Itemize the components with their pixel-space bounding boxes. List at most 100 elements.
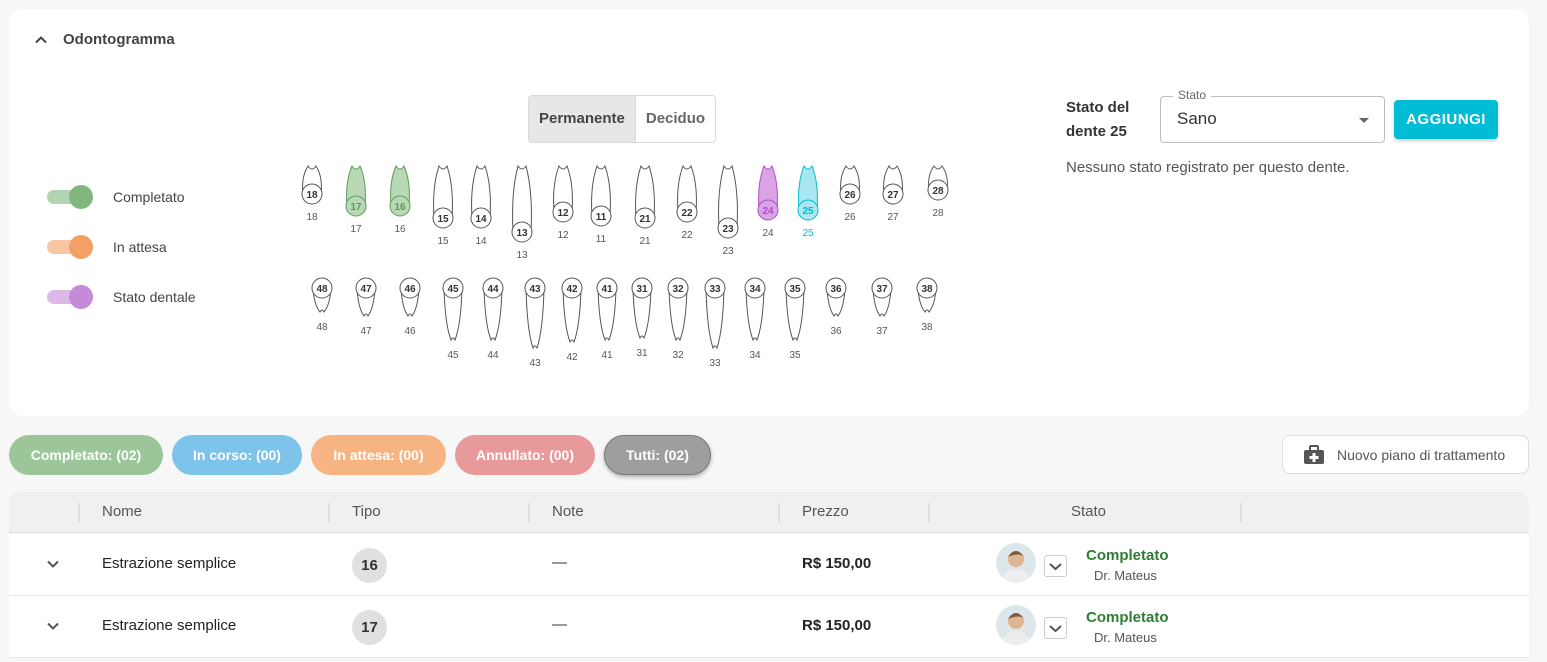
- tooth-18[interactable]: 1818: [301, 165, 323, 223]
- tooth-number-label: 46: [404, 326, 416, 337]
- select-value: Sano: [1177, 109, 1217, 128]
- tooth-number-label: 43: [529, 358, 541, 369]
- status-dropdown-button[interactable]: [1044, 617, 1067, 639]
- tooth-crown-label: 26: [844, 190, 856, 201]
- tooth-crown-label: 48: [316, 284, 328, 295]
- tooth-number-label: 34: [749, 350, 761, 361]
- legend-toggle-tooth-state[interactable]: [45, 285, 93, 309]
- column-header-status[interactable]: Stato: [1071, 503, 1106, 520]
- treatment-note: —: [552, 616, 567, 633]
- tooth-number-label: 47: [360, 326, 372, 337]
- column-header-name[interactable]: Nome: [102, 503, 142, 520]
- chevron-down-icon[interactable]: [45, 618, 61, 634]
- tooth-number-label: 24: [762, 228, 774, 239]
- tooth-16[interactable]: 1616: [389, 164, 411, 235]
- tooth-13[interactable]: 13 13: [511, 164, 533, 261]
- tooth-number-label: 26: [844, 212, 856, 223]
- medical-kit-icon: [1304, 444, 1324, 464]
- tooth-crown-label: 32: [672, 284, 684, 295]
- tooth-21[interactable]: 21 21: [634, 164, 656, 247]
- tooth-27[interactable]: 27 27: [882, 165, 904, 223]
- doctor-name: Dr. Mateus: [1094, 568, 1157, 583]
- tooth-35[interactable]: 35 35: [784, 277, 806, 361]
- tooth-31[interactable]: 31 31: [631, 277, 653, 359]
- legend-label: Completato: [113, 189, 185, 205]
- column-header-type[interactable]: Tipo: [352, 503, 381, 520]
- legend-toggle-pending[interactable]: [45, 235, 93, 259]
- tooth-45[interactable]: 45 45: [442, 277, 464, 361]
- tooth-crown-label: 13: [516, 228, 528, 239]
- tooth-38[interactable]: 38 38: [916, 277, 938, 333]
- chevron-down-icon[interactable]: [45, 556, 61, 572]
- tooth-crown-label: 41: [601, 284, 613, 295]
- legend-label: Stato dentale: [113, 289, 196, 305]
- tooth-state-select[interactable]: Stato Sano: [1160, 88, 1385, 143]
- column-header-note[interactable]: Note: [552, 503, 584, 520]
- tooth-crown-label: 36: [830, 284, 842, 295]
- filter-cancelled[interactable]: Annullato: (00): [455, 435, 595, 475]
- tooth-24[interactable]: 24 24: [757, 164, 779, 239]
- tooth-32[interactable]: 32 32: [667, 277, 689, 361]
- tooth-17[interactable]: 1717: [345, 164, 367, 235]
- odontogram-header[interactable]: Odontogramma: [33, 31, 175, 48]
- legend-toggle-completed[interactable]: [45, 185, 93, 209]
- tooth-36[interactable]: 36 36: [825, 277, 847, 337]
- tooth-number-label: 16: [394, 224, 406, 235]
- table-header: Nome Tipo Note Prezzo Stato: [9, 492, 1529, 533]
- filter-in-progress[interactable]: In corso: (00): [172, 435, 302, 475]
- tooth-43[interactable]: 43 43: [524, 277, 546, 369]
- tooth-crown-label: 16: [394, 202, 406, 213]
- filter-all[interactable]: Tutti: (02): [604, 435, 711, 475]
- odontogram-chart: 1818171716161515141413131212111121212222…: [301, 164, 949, 369]
- tooth-number-label: 15: [437, 236, 449, 247]
- tooth-22[interactable]: 22 22: [676, 164, 698, 241]
- tooth-number-label: 37: [876, 326, 888, 337]
- tooth-37[interactable]: 37 37: [871, 277, 893, 337]
- tooth-state-label: Stato del dente 25: [1066, 99, 1130, 140]
- tooth-46[interactable]: 46 46: [399, 277, 421, 337]
- tooth-crown-label: 28: [932, 186, 944, 197]
- status-dropdown-button[interactable]: [1044, 555, 1067, 577]
- legend: Completato In attesa Stato dentale: [45, 172, 196, 322]
- tooth-crown-label: 24: [762, 206, 774, 217]
- dentition-toggle: Permanente Deciduo: [528, 95, 717, 143]
- tooth-11[interactable]: 11 11: [590, 164, 612, 245]
- tooth-14[interactable]: 14 14: [470, 164, 492, 247]
- tooth-crown-label: 45: [447, 284, 459, 295]
- tooth-26[interactable]: 26 26: [839, 165, 861, 223]
- tooth-15[interactable]: 1515: [432, 164, 454, 247]
- tooth-33[interactable]: 33 33: [704, 277, 726, 369]
- tooth-number-label: 38: [921, 322, 933, 333]
- table-row[interactable]: Estrazione semplice 16 — R$ 150,00 Compl…: [9, 534, 1529, 596]
- treatment-note: —: [552, 554, 567, 571]
- chevron-up-icon[interactable]: [33, 32, 49, 48]
- filter-completed[interactable]: Completato: (02): [9, 435, 163, 475]
- dentition-permanent-button[interactable]: Permanente: [529, 96, 636, 142]
- tooth-34[interactable]: 34 34: [744, 277, 766, 361]
- column-header-price[interactable]: Prezzo: [802, 503, 849, 520]
- filter-pending[interactable]: In attesa: (00): [311, 435, 446, 475]
- tooth-42[interactable]: 42 42: [561, 277, 583, 363]
- tooth-28[interactable]: 28 28: [927, 165, 949, 219]
- tooth-23[interactable]: 23 23: [717, 164, 739, 257]
- tooth-25[interactable]: 25 25: [797, 164, 819, 239]
- doctor-avatar: [996, 543, 1036, 583]
- tooth-12[interactable]: 12 12: [552, 164, 574, 241]
- table-row[interactable]: Estrazione semplice 17 — R$ 150,00 Compl…: [9, 596, 1529, 658]
- tooth-44[interactable]: 44 44: [482, 277, 504, 361]
- tooth-47[interactable]: 47 47: [355, 277, 377, 337]
- tooth-crown-label: 17: [350, 202, 362, 213]
- tooth-number-label: 48: [316, 322, 328, 333]
- tooth-crown-label: 43: [529, 284, 541, 295]
- tooth-41[interactable]: 41 41: [596, 277, 618, 361]
- add-state-button[interactable]: AGGIUNGI: [1394, 100, 1498, 139]
- tooth-48[interactable]: 48 48: [311, 277, 333, 333]
- tooth-crown-label: 38: [921, 284, 933, 295]
- tooth-number-label: 44: [487, 350, 499, 361]
- dentition-deciduous-button[interactable]: Deciduo: [636, 96, 715, 142]
- tooth-badge: 17: [352, 610, 387, 645]
- new-treatment-plan-button[interactable]: Nuovo piano di trattamento: [1282, 435, 1529, 474]
- tooth-number-label: 33: [709, 358, 721, 369]
- section-title: Odontogramma: [63, 31, 175, 48]
- caret-down-icon: [1359, 118, 1369, 123]
